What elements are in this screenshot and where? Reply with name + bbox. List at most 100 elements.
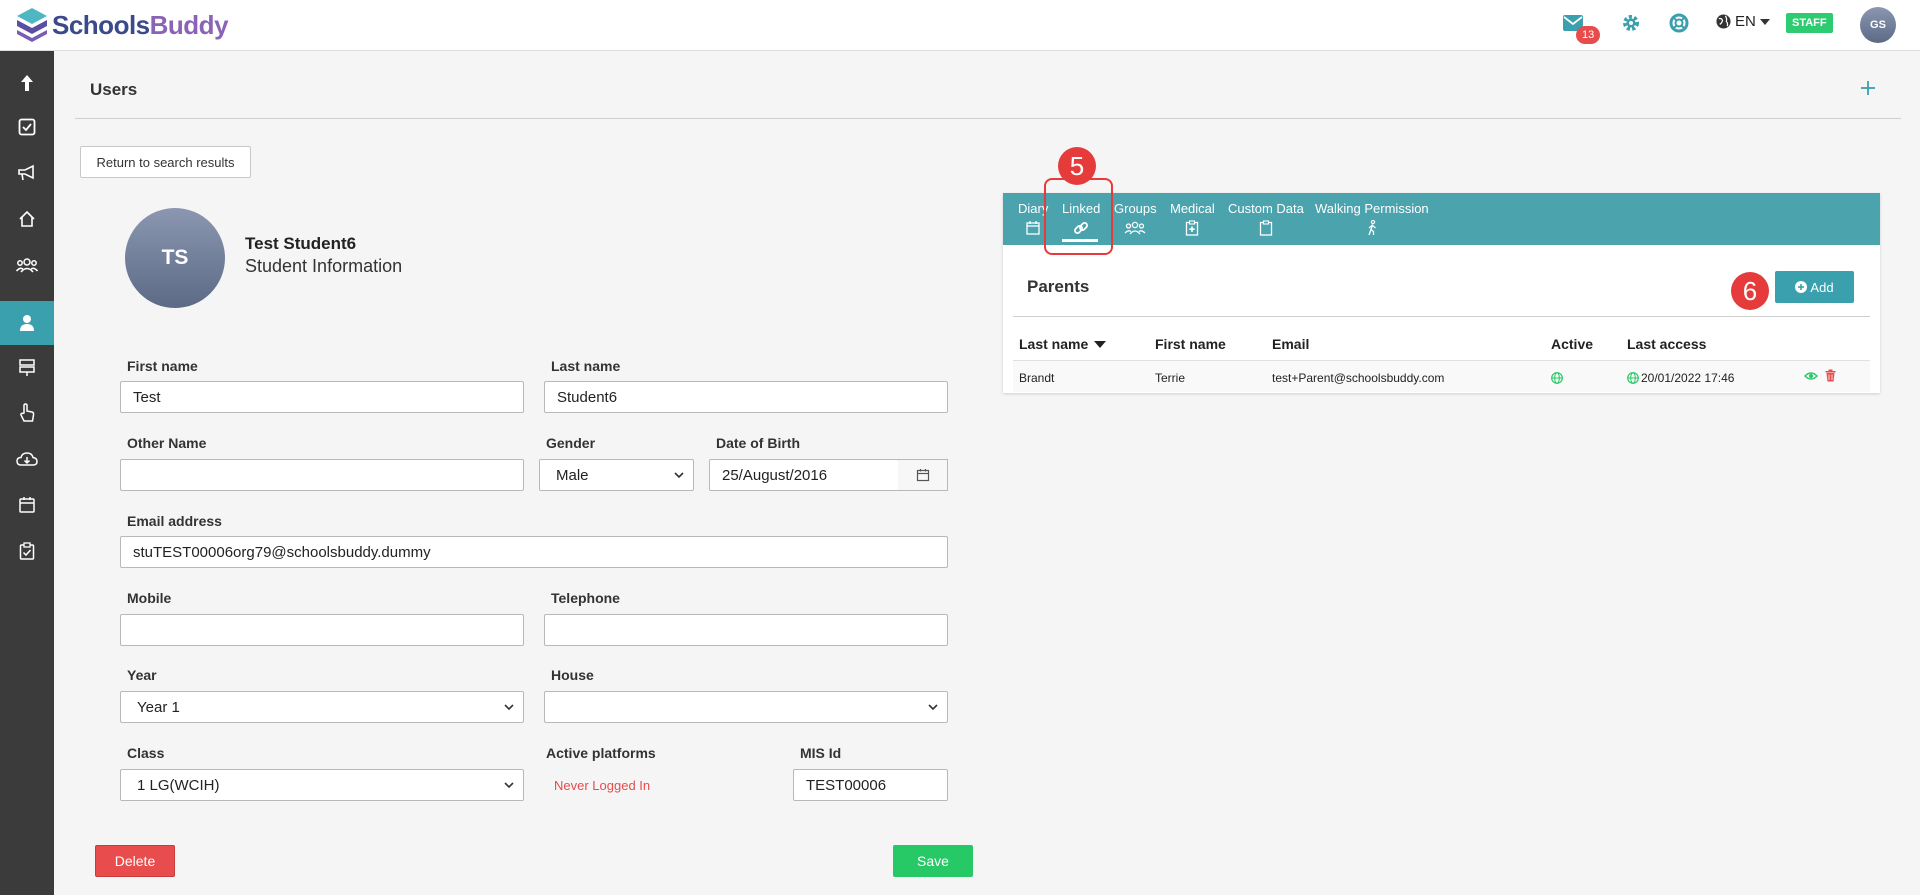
- student-subtitle: Student Information: [245, 256, 403, 276]
- cell-first-name: Terrie: [1155, 371, 1186, 385]
- sidebar-item-downloads[interactable]: [0, 437, 54, 481]
- dob-field[interactable]: 25/August/2016: [709, 459, 899, 491]
- language-label: EN: [1735, 13, 1756, 30]
- chevron-down-icon: [928, 704, 938, 711]
- language-selector[interactable]: EN: [1716, 13, 1774, 30]
- gear-icon[interactable]: [1620, 12, 1642, 34]
- sidebar-item-checklist[interactable]: [0, 529, 54, 573]
- mis-id-field[interactable]: TEST00006: [793, 769, 948, 801]
- house-select[interactable]: [544, 691, 948, 723]
- cloud-download-icon: [16, 452, 38, 466]
- user-avatar[interactable]: GS: [1860, 7, 1896, 43]
- return-to-search-button[interactable]: Return to search results: [80, 146, 251, 178]
- last-access-value: 20/01/2022 17:46: [1641, 371, 1735, 385]
- delete-button[interactable]: Delete: [95, 845, 175, 877]
- panel-divider: [1013, 316, 1870, 317]
- app-logo[interactable]: SchoolsBuddy: [14, 4, 229, 46]
- header-divider: [75, 118, 1901, 119]
- active-platforms-status: Never Logged In: [554, 778, 651, 793]
- annotation-highlight-box: [1044, 178, 1113, 255]
- sidebar-item-users[interactable]: [0, 301, 54, 345]
- sidebar-item-up[interactable]: [0, 61, 54, 105]
- other-name-label: Other Name: [127, 435, 207, 451]
- add-user-button[interactable]: [1860, 78, 1876, 100]
- panel-tabs: Diary Linked Groups Medical Custom Data …: [1003, 193, 1880, 245]
- year-label: Year: [127, 667, 157, 683]
- class-value: 1 LG(WCIH): [137, 776, 220, 794]
- student-name: Test Student6: [245, 234, 357, 253]
- column-header-active[interactable]: Active: [1551, 336, 1593, 352]
- tab-custom-data-label: Custom Data: [1228, 201, 1304, 216]
- sidebar-item-tasks[interactable]: [0, 105, 54, 149]
- year-value: Year 1: [137, 698, 180, 716]
- walking-person-icon: [1368, 219, 1376, 236]
- megaphone-icon: [18, 164, 34, 181]
- add-parent-button[interactable]: Add: [1775, 271, 1854, 303]
- calendar-icon: [1026, 221, 1040, 235]
- email-field[interactable]: stuTEST00006org79@schoolsbuddy.dummy: [120, 536, 948, 568]
- signpost-icon: [19, 359, 35, 376]
- annotation-step-marker: 6: [1731, 272, 1769, 310]
- medical-clipboard-icon: [1186, 220, 1199, 236]
- tab-groups-label: Groups: [1114, 201, 1157, 216]
- column-header-last-name-label: Last name: [1019, 336, 1089, 352]
- column-header-email[interactable]: Email: [1272, 336, 1309, 352]
- last-name-field[interactable]: Student6: [544, 381, 948, 413]
- sidebar-item-groups[interactable]: [0, 243, 54, 287]
- chevron-down-icon: [504, 704, 514, 711]
- active-globe-icon: [1551, 372, 1563, 387]
- home-icon: [19, 210, 35, 227]
- save-button[interactable]: Save: [893, 845, 973, 877]
- mobile-field[interactable]: [120, 614, 524, 646]
- column-header-first-name[interactable]: First name: [1155, 336, 1226, 352]
- gender-label: Gender: [546, 435, 596, 451]
- sidebar-item-home[interactable]: [0, 197, 54, 241]
- caret-down-icon: [1759, 18, 1770, 25]
- column-header-last-name[interactable]: Last name: [1019, 336, 1107, 352]
- sidebar-item-announcements[interactable]: [0, 151, 54, 195]
- cell-last-name: Brandt: [1019, 371, 1055, 385]
- gender-value: Male: [556, 466, 589, 484]
- tab-groups[interactable]: Groups: [1114, 201, 1157, 238]
- dob-calendar-button[interactable]: [898, 459, 948, 491]
- tab-medical[interactable]: Medical: [1170, 201, 1215, 238]
- class-select[interactable]: 1 LG(WCIH): [120, 769, 524, 801]
- view-eye-icon[interactable]: [1804, 370, 1818, 384]
- hand-pointer-icon: [20, 403, 35, 422]
- active-platforms-label: Active platforms: [546, 745, 656, 761]
- globe-icon: [1627, 372, 1639, 384]
- tab-walking-permission-label: Walking Permission: [1315, 201, 1429, 216]
- last-name-label: Last name: [551, 358, 621, 374]
- help-lifebuoy-icon[interactable]: [1668, 12, 1690, 34]
- other-name-field[interactable]: [120, 459, 524, 491]
- telephone-label: Telephone: [551, 590, 620, 606]
- dob-label: Date of Birth: [716, 435, 800, 451]
- first-name-field[interactable]: Test: [120, 381, 524, 413]
- mobile-label: Mobile: [127, 590, 172, 606]
- plus-circle-icon: [1795, 281, 1808, 293]
- logo-text-buddy: Buddy: [149, 9, 229, 40]
- year-select[interactable]: Year 1: [120, 691, 524, 723]
- logo-text-schools: Schools: [52, 9, 150, 40]
- annotation-step-marker: 5: [1058, 147, 1096, 185]
- parents-title: Parents: [1027, 277, 1090, 296]
- plus-icon: [1861, 81, 1875, 95]
- calendar-icon: [916, 469, 929, 482]
- tab-custom-data[interactable]: Custom Data: [1228, 201, 1304, 238]
- sidebar-item-signpost[interactable]: [0, 345, 54, 389]
- column-header-last-access[interactable]: Last access: [1627, 336, 1706, 352]
- delete-trash-icon[interactable]: [1825, 369, 1836, 385]
- tab-walking-permission[interactable]: Walking Permission: [1315, 201, 1429, 238]
- house-label: House: [551, 667, 594, 683]
- sidebar-item-calendar[interactable]: [0, 483, 54, 527]
- add-button-label: Add: [1810, 279, 1834, 295]
- users-group-icon: [16, 258, 38, 273]
- user-icon: [20, 315, 34, 331]
- globe-icon: [1716, 14, 1731, 29]
- telephone-field[interactable]: [544, 614, 948, 646]
- sidebar-item-activities[interactable]: [0, 391, 54, 435]
- sidebar: [0, 51, 54, 895]
- class-label: Class: [127, 745, 165, 761]
- clipboard-check-icon: [19, 542, 35, 560]
- gender-select[interactable]: Male: [539, 459, 694, 491]
